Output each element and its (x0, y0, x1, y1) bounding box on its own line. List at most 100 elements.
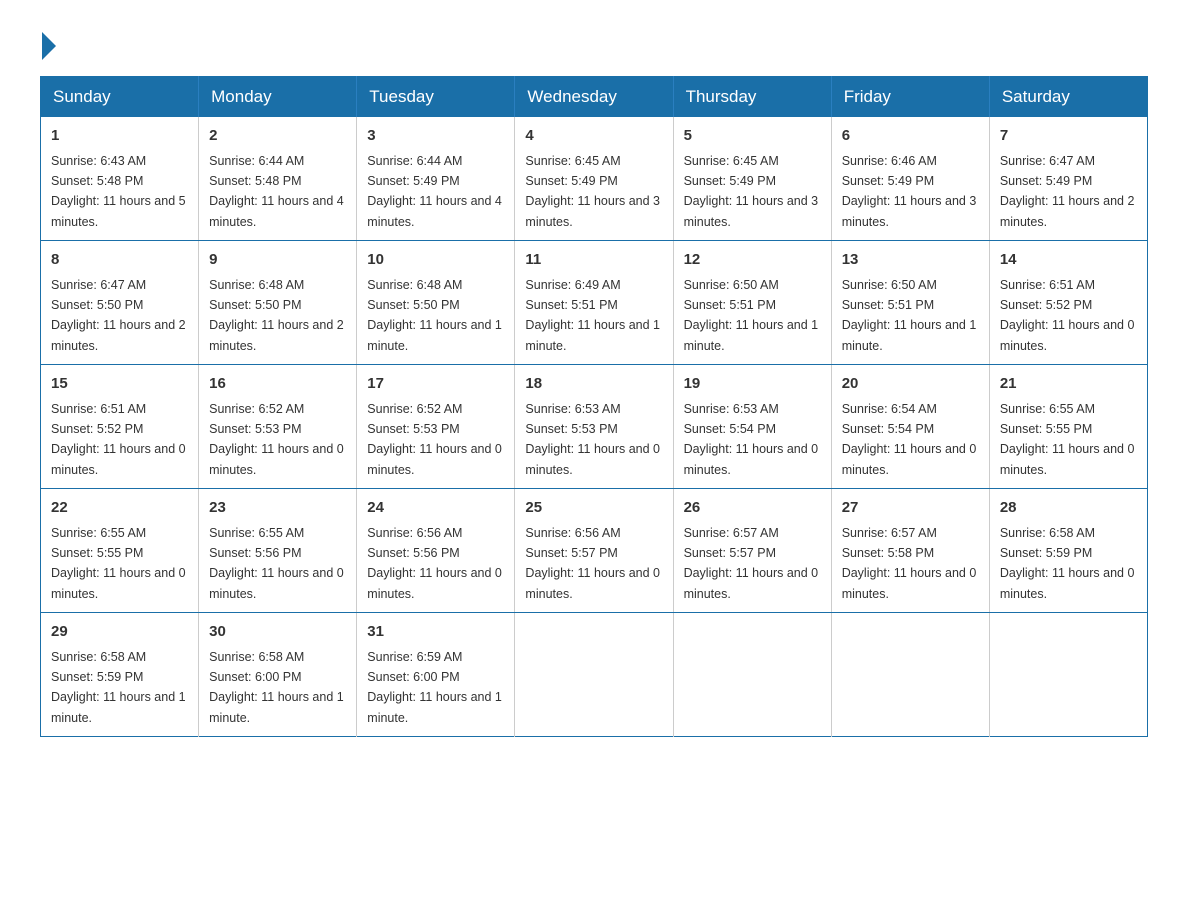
day-info: Sunrise: 6:45 AMSunset: 5:49 PMDaylight:… (525, 154, 660, 229)
calendar-day-cell: 13 Sunrise: 6:50 AMSunset: 5:51 PMDayligh… (831, 241, 989, 365)
calendar-week-row: 15 Sunrise: 6:51 AMSunset: 5:52 PMDayligh… (41, 365, 1148, 489)
calendar-day-cell (831, 613, 989, 737)
day-number: 21 (1000, 373, 1137, 396)
day-info: Sunrise: 6:43 AMSunset: 5:48 PMDaylight:… (51, 154, 186, 229)
day-info: Sunrise: 6:45 AMSunset: 5:49 PMDaylight:… (684, 154, 819, 229)
calendar-day-cell: 11 Sunrise: 6:49 AMSunset: 5:51 PMDayligh… (515, 241, 673, 365)
day-info: Sunrise: 6:59 AMSunset: 6:00 PMDaylight:… (367, 650, 502, 725)
calendar-day-cell: 16Sunrise: 6:52 AMSunset: 5:53 PMDayligh… (199, 365, 357, 489)
day-info: Sunrise: 6:48 AMSunset: 5:50 PMDaylight:… (367, 278, 502, 353)
calendar-day-cell: 9 Sunrise: 6:48 AMSunset: 5:50 PMDaylight… (199, 241, 357, 365)
day-info: Sunrise: 6:58 AMSunset: 5:59 PMDaylight:… (1000, 526, 1135, 601)
header-monday: Monday (199, 77, 357, 118)
day-number: 23 (209, 497, 346, 520)
header-sunday: Sunday (41, 77, 199, 118)
calendar-day-cell: 27Sunrise: 6:57 AMSunset: 5:58 PMDayligh… (831, 489, 989, 613)
day-info: Sunrise: 6:53 AMSunset: 5:53 PMDaylight:… (525, 402, 660, 477)
calendar-day-cell: 21Sunrise: 6:55 AMSunset: 5:55 PMDayligh… (989, 365, 1147, 489)
day-number: 22 (51, 497, 188, 520)
calendar-day-cell: 24Sunrise: 6:56 AMSunset: 5:56 PMDayligh… (357, 489, 515, 613)
day-number: 6 (842, 125, 979, 148)
logo-triangle-icon (42, 32, 56, 60)
calendar-table: SundayMondayTuesdayWednesdayThursdayFrid… (40, 76, 1148, 737)
calendar-day-cell: 6 Sunrise: 6:46 AMSunset: 5:49 PMDaylight… (831, 117, 989, 241)
day-info: Sunrise: 6:51 AMSunset: 5:52 PMDaylight:… (51, 402, 186, 477)
calendar-week-row: 1Sunrise: 6:43 AMSunset: 5:48 PMDaylight… (41, 117, 1148, 241)
calendar-day-cell: 15 Sunrise: 6:51 AMSunset: 5:52 PMDayligh… (41, 365, 199, 489)
day-info: Sunrise: 6:50 AMSunset: 5:51 PMDaylight:… (842, 278, 977, 353)
page-header (40, 30, 1148, 56)
day-number: 2 (209, 125, 346, 148)
day-number: 4 (525, 125, 662, 148)
day-number: 20 (842, 373, 979, 396)
day-number: 16 (209, 373, 346, 396)
day-info: Sunrise: 6:56 AMSunset: 5:57 PMDaylight:… (525, 526, 660, 601)
day-number: 15 (51, 373, 188, 396)
calendar-header-row: SundayMondayTuesdayWednesdayThursdayFrid… (41, 77, 1148, 118)
day-info: Sunrise: 6:53 AMSunset: 5:54 PMDaylight:… (684, 402, 819, 477)
day-number: 24 (367, 497, 504, 520)
header-friday: Friday (831, 77, 989, 118)
day-number: 9 (209, 249, 346, 272)
header-saturday: Saturday (989, 77, 1147, 118)
day-number: 10 (367, 249, 504, 272)
calendar-day-cell: 12Sunrise: 6:50 AMSunset: 5:51 PMDayligh… (673, 241, 831, 365)
calendar-day-cell (673, 613, 831, 737)
calendar-day-cell: 28 Sunrise: 6:58 AMSunset: 5:59 PMDayligh… (989, 489, 1147, 613)
calendar-day-cell: 25 Sunrise: 6:56 AMSunset: 5:57 PMDayligh… (515, 489, 673, 613)
calendar-day-cell: 10 Sunrise: 6:48 AMSunset: 5:50 PMDayligh… (357, 241, 515, 365)
day-number: 11 (525, 249, 662, 272)
day-number: 30 (209, 621, 346, 644)
day-number: 14 (1000, 249, 1137, 272)
day-info: Sunrise: 6:58 AMSunset: 6:00 PMDaylight:… (209, 650, 344, 725)
header-tuesday: Tuesday (357, 77, 515, 118)
day-number: 19 (684, 373, 821, 396)
day-number: 31 (367, 621, 504, 644)
calendar-day-cell: 30 Sunrise: 6:58 AMSunset: 6:00 PMDayligh… (199, 613, 357, 737)
day-info: Sunrise: 6:44 AMSunset: 5:48 PMDaylight:… (209, 154, 344, 229)
day-info: Sunrise: 6:55 AMSunset: 5:55 PMDaylight:… (51, 526, 186, 601)
header-wednesday: Wednesday (515, 77, 673, 118)
day-info: Sunrise: 6:55 AMSunset: 5:56 PMDaylight:… (209, 526, 344, 601)
calendar-day-cell: 4 Sunrise: 6:45 AMSunset: 5:49 PMDaylight… (515, 117, 673, 241)
calendar-day-cell: 1Sunrise: 6:43 AMSunset: 5:48 PMDaylight… (41, 117, 199, 241)
day-number: 25 (525, 497, 662, 520)
day-number: 8 (51, 249, 188, 272)
calendar-day-cell: 8 Sunrise: 6:47 AMSunset: 5:50 PMDaylight… (41, 241, 199, 365)
day-number: 12 (684, 249, 821, 272)
calendar-day-cell: 5 Sunrise: 6:45 AMSunset: 5:49 PMDaylight… (673, 117, 831, 241)
day-number: 3 (367, 125, 504, 148)
calendar-day-cell: 19 Sunrise: 6:53 AMSunset: 5:54 PMDayligh… (673, 365, 831, 489)
logo (40, 30, 56, 56)
day-number: 13 (842, 249, 979, 272)
day-info: Sunrise: 6:51 AMSunset: 5:52 PMDaylight:… (1000, 278, 1135, 353)
day-info: Sunrise: 6:47 AMSunset: 5:50 PMDaylight:… (51, 278, 186, 353)
calendar-day-cell: 3 Sunrise: 6:44 AMSunset: 5:49 PMDaylight… (357, 117, 515, 241)
calendar-day-cell: 22 Sunrise: 6:55 AMSunset: 5:55 PMDayligh… (41, 489, 199, 613)
day-number: 18 (525, 373, 662, 396)
day-info: Sunrise: 6:54 AMSunset: 5:54 PMDaylight:… (842, 402, 977, 477)
day-number: 27 (842, 497, 979, 520)
day-number: 26 (684, 497, 821, 520)
day-info: Sunrise: 6:44 AMSunset: 5:49 PMDaylight:… (367, 154, 502, 229)
calendar-day-cell: 20 Sunrise: 6:54 AMSunset: 5:54 PMDayligh… (831, 365, 989, 489)
day-number: 5 (684, 125, 821, 148)
day-info: Sunrise: 6:57 AMSunset: 5:57 PMDaylight:… (684, 526, 819, 601)
header-thursday: Thursday (673, 77, 831, 118)
day-number: 7 (1000, 125, 1137, 148)
calendar-day-cell: 23 Sunrise: 6:55 AMSunset: 5:56 PMDayligh… (199, 489, 357, 613)
day-info: Sunrise: 6:49 AMSunset: 5:51 PMDaylight:… (525, 278, 660, 353)
calendar-day-cell: 17Sunrise: 6:52 AMSunset: 5:53 PMDayligh… (357, 365, 515, 489)
calendar-week-row: 29Sunrise: 6:58 AMSunset: 5:59 PMDayligh… (41, 613, 1148, 737)
day-number: 28 (1000, 497, 1137, 520)
day-info: Sunrise: 6:52 AMSunset: 5:53 PMDaylight:… (367, 402, 502, 477)
calendar-week-row: 22 Sunrise: 6:55 AMSunset: 5:55 PMDayligh… (41, 489, 1148, 613)
calendar-day-cell: 2 Sunrise: 6:44 AMSunset: 5:48 PMDaylight… (199, 117, 357, 241)
day-info: Sunrise: 6:46 AMSunset: 5:49 PMDaylight:… (842, 154, 977, 229)
day-info: Sunrise: 6:48 AMSunset: 5:50 PMDaylight:… (209, 278, 344, 353)
calendar-day-cell: 18 Sunrise: 6:53 AMSunset: 5:53 PMDayligh… (515, 365, 673, 489)
calendar-day-cell: 26 Sunrise: 6:57 AMSunset: 5:57 PMDayligh… (673, 489, 831, 613)
day-number: 29 (51, 621, 188, 644)
calendar-day-cell: 14 Sunrise: 6:51 AMSunset: 5:52 PMDayligh… (989, 241, 1147, 365)
calendar-day-cell: 31 Sunrise: 6:59 AMSunset: 6:00 PMDayligh… (357, 613, 515, 737)
